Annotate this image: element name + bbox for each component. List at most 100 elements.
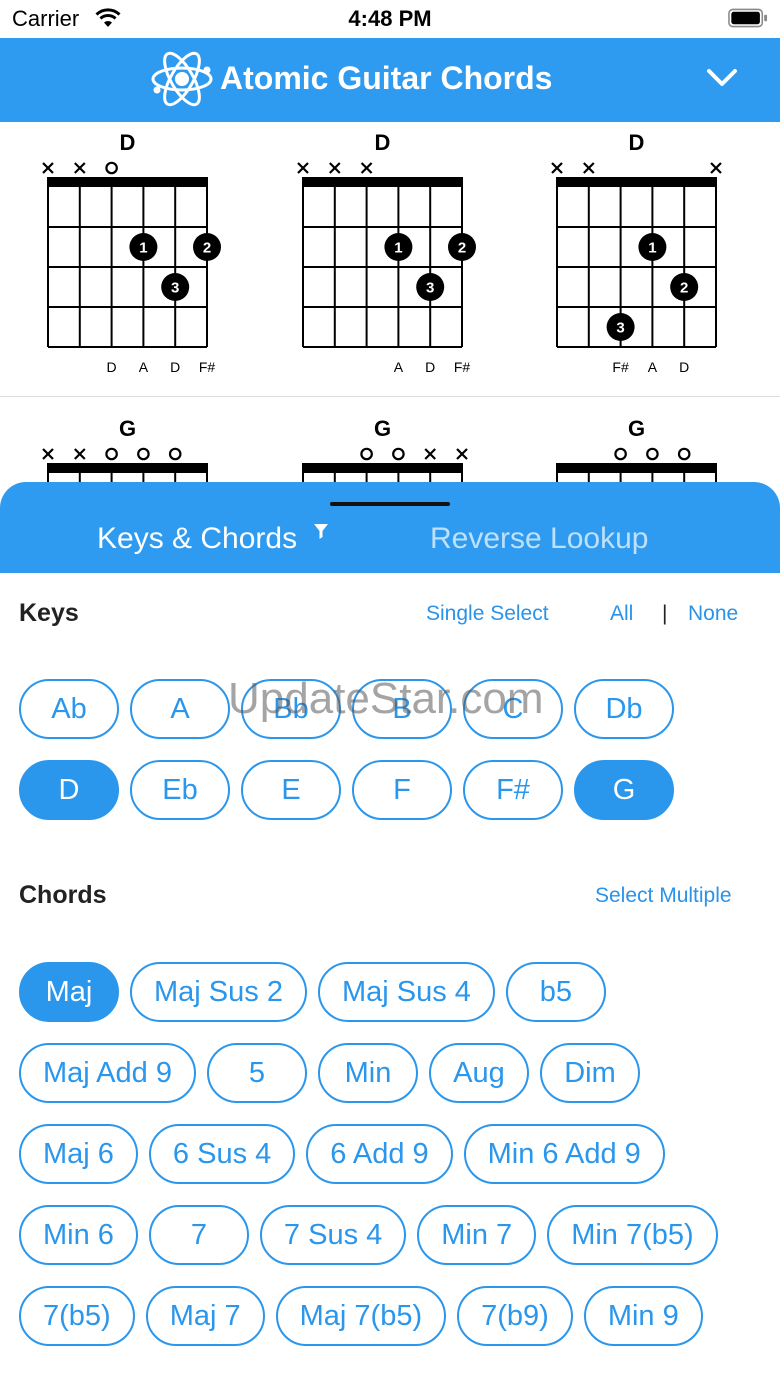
key-pill[interactable]: Ab (19, 679, 119, 739)
keys-heading: Keys (19, 599, 79, 627)
svg-text:2: 2 (680, 280, 688, 297)
note-label: F# (454, 359, 471, 375)
chord-pill[interactable]: Min 9 (583, 1286, 703, 1346)
battery-icon (728, 8, 768, 28)
chevron-down-icon[interactable] (706, 68, 738, 88)
key-pill[interactable]: F# (463, 760, 563, 820)
note-label: D (425, 359, 435, 375)
nut (556, 463, 717, 473)
nut (302, 177, 463, 187)
chord-pill[interactable]: Min (317, 1043, 418, 1103)
finger-dot: 2 (193, 233, 221, 261)
sheet-grabber[interactable] (330, 502, 450, 506)
chord-diagram-d[interactable]: D 1 2 3 F# A D (527, 122, 747, 382)
chord-pill[interactable]: 5 (206, 1043, 307, 1103)
single-select-link[interactable]: Single Select (426, 602, 549, 626)
chord-pill[interactable]: Maj Sus 2 (130, 962, 307, 1022)
svg-text:1: 1 (139, 240, 147, 257)
chord-diagram-g[interactable]: G (273, 408, 493, 492)
chord-name: G (628, 416, 645, 441)
svg-text:2: 2 (458, 240, 466, 257)
svg-text:1: 1 (648, 240, 656, 257)
muted-string-mark (42, 162, 54, 174)
chord-name: G (374, 416, 391, 441)
muted-string-mark (74, 162, 86, 174)
nut (302, 463, 463, 473)
select-multiple-link[interactable]: Select Multiple (595, 884, 732, 908)
muted-string-mark (456, 448, 468, 460)
note-label: D (170, 359, 180, 375)
muted-string-mark (710, 162, 722, 174)
row-divider (0, 396, 780, 397)
chord-pill[interactable]: Maj Add 9 (19, 1043, 196, 1103)
tab-reverse-lookup[interactable]: Reverse Lookup (430, 522, 648, 556)
nut (47, 177, 208, 187)
finger-dot: 1 (384, 233, 413, 261)
key-pill[interactable]: D (19, 760, 119, 820)
chord-pill[interactable]: 6 Add 9 (306, 1124, 453, 1184)
chord-pill[interactable]: Maj (19, 962, 119, 1022)
chord-pill[interactable]: 7(b9) (457, 1286, 573, 1346)
finger-dot: 3 (416, 273, 445, 301)
note-label: A (648, 359, 658, 375)
finger-dot: 2 (448, 233, 476, 261)
select-all-link[interactable]: All (610, 602, 633, 626)
chord-pill[interactable]: Maj 7(b5) (275, 1286, 447, 1346)
note-label: A (394, 359, 404, 375)
chord-pill[interactable]: Maj 6 (19, 1124, 138, 1184)
chord-pill[interactable]: Maj Sus 4 (317, 962, 495, 1022)
sheet-header: Keys & Chords Reverse Lookup (0, 482, 780, 573)
note-label: D (107, 359, 117, 375)
chord-pill[interactable]: 7 (148, 1205, 249, 1265)
finger-dot: 3 (161, 273, 190, 301)
chord-pill[interactable]: b5 (505, 962, 606, 1022)
muted-string-mark (360, 162, 373, 174)
finger-dot: 2 (670, 273, 699, 301)
chord-pill[interactable]: 7(b5) (19, 1286, 135, 1346)
chord-diagram-g[interactable]: G (18, 408, 238, 492)
svg-text:3: 3 (616, 320, 624, 337)
chord-pill[interactable]: Min 7 (417, 1205, 537, 1265)
chord-pill[interactable]: Maj 7 (145, 1286, 265, 1346)
key-pill[interactable]: G (574, 760, 674, 820)
open-string-mark (677, 447, 691, 461)
key-pill[interactable]: Db (574, 679, 674, 739)
chord-pill[interactable]: Aug (428, 1043, 529, 1103)
note-label: F# (199, 359, 216, 375)
muted-string-mark (297, 162, 309, 174)
chord-pill[interactable]: Min 6 (19, 1205, 138, 1265)
nut (556, 177, 717, 187)
note-label: F# (612, 359, 629, 375)
muted-string-mark (74, 448, 86, 460)
chord-pill[interactable]: 6 Sus 4 (148, 1124, 296, 1184)
chord-pill[interactable]: 7 Sus 4 (259, 1205, 407, 1265)
svg-text:3: 3 (426, 280, 434, 297)
open-string-mark (360, 447, 373, 461)
chord-name: D (629, 130, 645, 155)
chord-diagram-g[interactable]: G (527, 408, 747, 492)
chord-diagram-d[interactable]: D 1 2 3 D A D F# (18, 122, 238, 382)
chord-pill[interactable]: Dim (539, 1043, 640, 1103)
key-pill[interactable]: E (241, 760, 341, 820)
key-pill[interactable]: Eb (130, 760, 230, 820)
open-string-mark (105, 447, 118, 461)
chord-name: G (119, 416, 136, 441)
muted-string-mark (551, 162, 563, 174)
key-pill[interactable]: A (130, 679, 230, 739)
tab-keys-chords[interactable]: Keys & Chords (97, 522, 297, 556)
svg-text:2: 2 (203, 240, 211, 257)
open-string-mark (392, 447, 405, 461)
select-none-link[interactable]: None (688, 602, 738, 626)
chord-pill[interactable]: Min 6 Add 9 (463, 1124, 665, 1184)
open-string-mark (646, 447, 659, 461)
chord-diagram-d[interactable]: D 1 2 3 A D F# (273, 122, 493, 382)
open-string-mark (168, 447, 182, 461)
finger-dot: 3 (606, 313, 635, 341)
chord-name: D (120, 130, 136, 155)
open-string-mark (105, 161, 118, 175)
muted-string-mark (329, 162, 341, 174)
chord-pill[interactable]: Min 7(b5) (547, 1205, 718, 1265)
open-string-mark (614, 447, 627, 461)
filter-icon[interactable] (314, 524, 328, 540)
key-pill[interactable]: F (352, 760, 452, 820)
